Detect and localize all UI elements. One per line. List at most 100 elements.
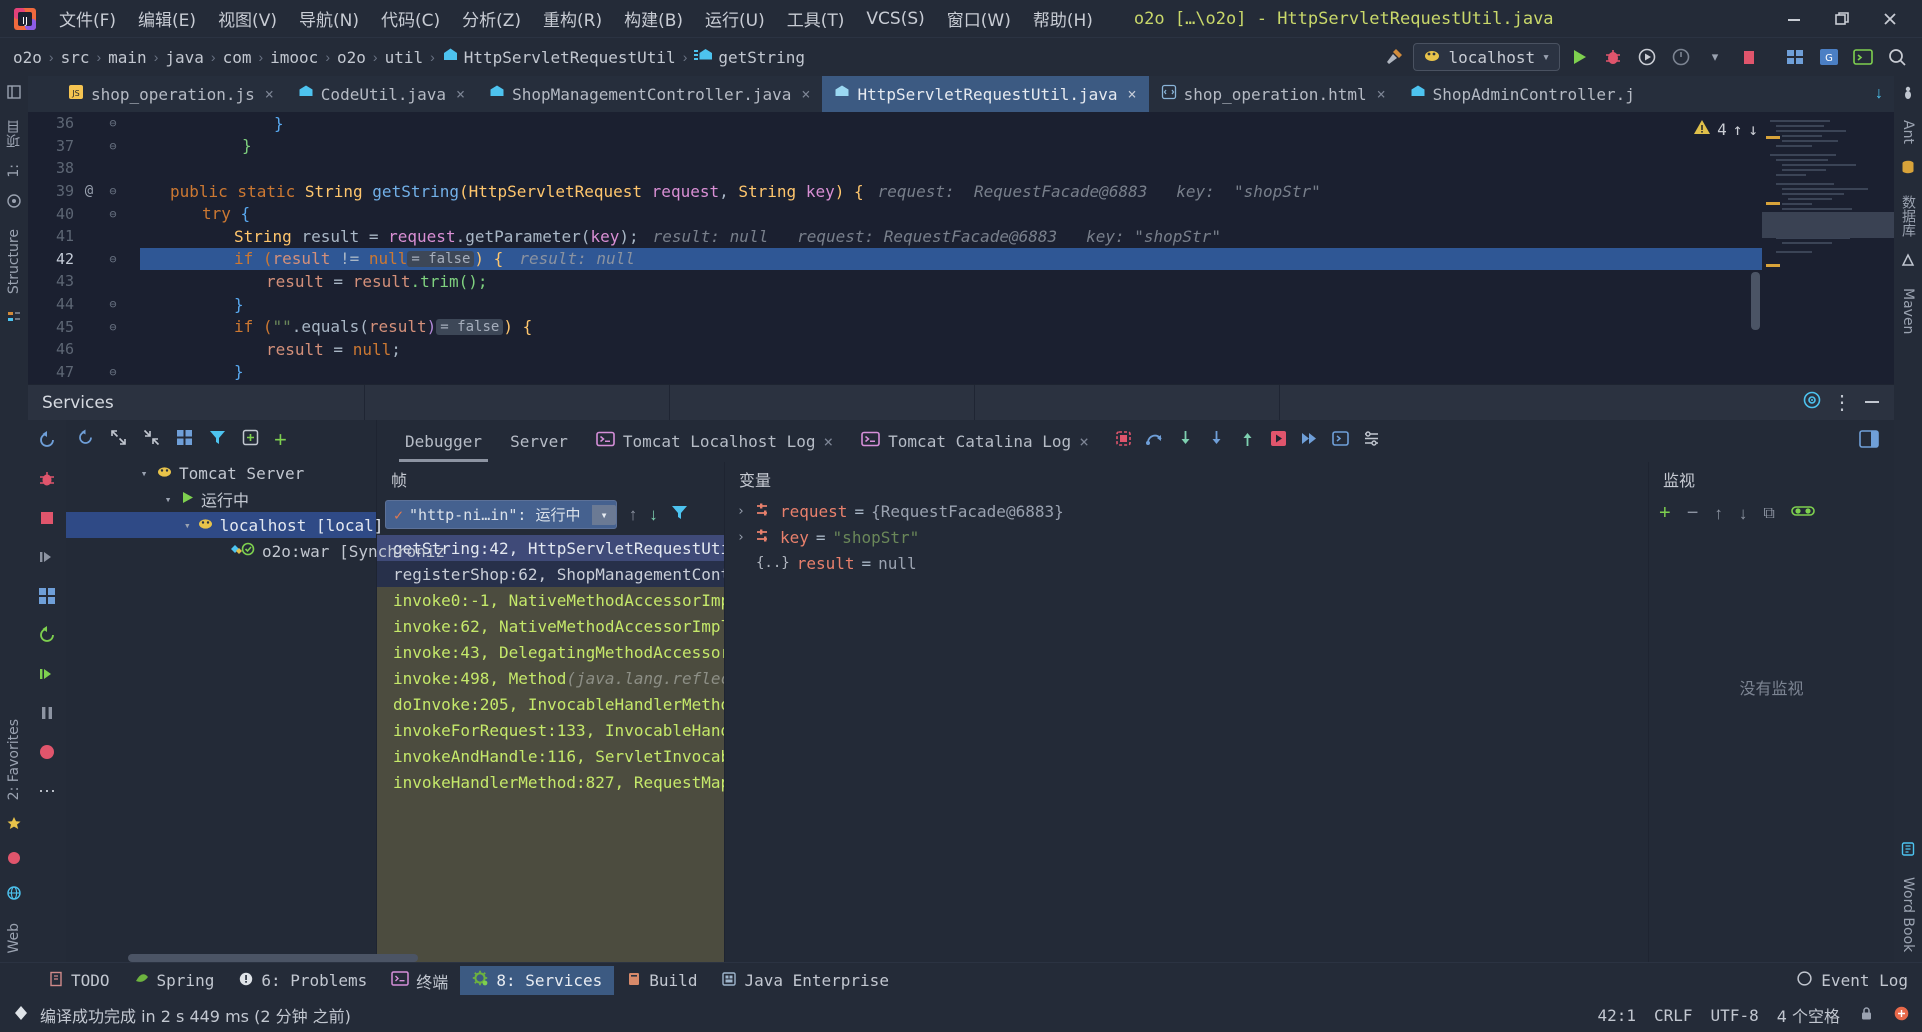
indent-setting[interactable]: 4 个空格 (1777, 1003, 1840, 1027)
minimize-button[interactable] (1770, 0, 1818, 38)
tabs-overflow-icon[interactable]: ↓ (1864, 76, 1894, 112)
stop-red-icon[interactable] (37, 508, 57, 533)
add-service-icon[interactable]: + (274, 429, 287, 451)
git-icon[interactable] (1893, 1005, 1910, 1026)
fold-icon[interactable]: ⊖ (98, 139, 128, 153)
breadcrumb-item-util[interactable]: util (382, 48, 427, 67)
close-button[interactable] (1866, 0, 1914, 38)
layout-icon[interactable] (1780, 42, 1810, 72)
fold-icon[interactable]: ⊖ (98, 116, 128, 130)
frame-row[interactable]: invoke:62, NativeMethodAccessorImpl (377, 613, 724, 639)
terminal-icon[interactable] (1848, 42, 1878, 72)
close-icon[interactable]: × (1377, 85, 1386, 103)
chevron-down-icon[interactable]: ▾ (592, 504, 616, 525)
stripe-item-commit[interactable]: 1: (6, 156, 22, 186)
tree-row-running[interactable]: ▾ 运行中 (66, 486, 376, 512)
editor-tab-shopmanagementcontroller-java[interactable]: ShopManagementController.java × (477, 76, 822, 112)
frame-row[interactable]: registerShop:62, ShopManagementContro (377, 561, 724, 587)
editor-tab-shop-operation-html[interactable]: shop_operation.html × (1149, 76, 1398, 112)
breadcrumb-item-java[interactable]: java (162, 48, 207, 67)
fold-icon[interactable]: ⊖ (98, 297, 128, 311)
frame-row[interactable]: invokeHandlerMethod:827, RequestMapp (377, 769, 724, 795)
variable-row[interactable]: › key = "shopStr" (725, 524, 1648, 550)
fold-icon[interactable]: ⊖ (98, 320, 128, 334)
frame-row[interactable]: invoke:498, Method (java.lang.reflec (377, 665, 724, 691)
variable-row[interactable]: › request = {RequestFacade@6883} (725, 498, 1648, 524)
chevron-down-icon[interactable]: ▾ (138, 467, 150, 480)
editor-tab-httpservletrequestutil-java[interactable]: HttpServletRequestUtil.java × (822, 76, 1149, 112)
stripe-item-database[interactable]: 数据库 (1898, 187, 1918, 245)
add-tab-icon[interactable] (241, 428, 260, 452)
expander-icon[interactable]: › (737, 504, 749, 519)
close-icon[interactable]: × (1128, 85, 1137, 103)
close-icon[interactable]: × (265, 85, 274, 103)
search-icon[interactable] (1882, 42, 1912, 72)
editor-scrollbar-thumb[interactable] (1751, 272, 1760, 330)
word-book-icon[interactable] (1900, 841, 1916, 862)
breadcrumb-item-imooc[interactable]: imooc (267, 48, 321, 67)
tab-server[interactable]: Server (496, 420, 582, 462)
stop-icon[interactable] (1734, 42, 1764, 72)
minimap-viewport[interactable] (1762, 212, 1894, 238)
stripe-item-web[interactable]: Web (6, 913, 22, 962)
code-editor[interactable]: 36 ⊖ 37 ⊖ 38 39 @ ⊖ 40 ⊖ 41 42 ⊖ 43 44 ⊖ 45 ⊖ 46… (28, 112, 1894, 384)
expander-icon[interactable]: › (737, 530, 749, 545)
breadcrumb-item-src[interactable]: src (58, 48, 93, 67)
collapse-all-icon[interactable] (142, 428, 161, 452)
force-step-into-icon[interactable] (1206, 428, 1227, 454)
tab-tomcat-localhost-log[interactable]: Tomcat Localhost Log × (582, 420, 847, 462)
skip-frames-icon[interactable] (1299, 428, 1320, 454)
web-icon[interactable] (6, 885, 22, 906)
frame-row[interactable]: invoke0:-1, NativeMethodAccessorImpl (377, 587, 724, 613)
menu-refactor[interactable]: 重构(R) (532, 3, 613, 34)
editor-tab-codeutil-java[interactable]: CodeUtil.java × (286, 76, 477, 112)
chevron-down-icon[interactable]: ▾ (162, 493, 174, 506)
resume-icon[interactable] (37, 547, 57, 572)
stripe-item-project[interactable]: 项目 (4, 112, 24, 156)
refresh-icon[interactable] (76, 428, 95, 452)
settings-list-icon[interactable] (1361, 428, 1382, 454)
tree-row-tomcat-server[interactable]: ▾ Tomcat Server (66, 460, 376, 486)
menu-code[interactable]: 代码(C) (370, 3, 451, 34)
stripe-item-favorites[interactable]: 2: Favorites (6, 711, 22, 808)
services-tree[interactable]: + ▾ Tomcat Server ▾ 运行中 ▾ localhost [loc… (66, 420, 445, 962)
variables-list[interactable]: › request = {RequestFacade@6883} › key =… (725, 496, 1648, 962)
fold-icon[interactable]: ⊖ (98, 184, 128, 198)
add-watch-icon[interactable]: + (1659, 502, 1671, 525)
line-separator[interactable]: CRLF (1654, 1006, 1693, 1025)
chevron-down-icon[interactable]: ▾ (1700, 42, 1730, 72)
more-vertical-icon[interactable]: ⋮ (1832, 393, 1852, 413)
expand-all-icon[interactable] (109, 428, 128, 452)
run-with-coverage-icon[interactable] (1632, 42, 1662, 72)
fold-icon[interactable]: ⊖ (98, 365, 128, 379)
menu-run[interactable]: 运行(U) (694, 3, 776, 34)
stripe-item-structure[interactable]: Structure (6, 221, 22, 302)
translate-icon[interactable]: G (1814, 42, 1844, 72)
menu-navigate[interactable]: 导航(N) (288, 3, 370, 34)
breadcrumb-item-o2o-pkg[interactable]: o2o (334, 48, 369, 67)
event-log-button[interactable]: Event Log (1796, 970, 1922, 992)
breadcrumb-item-main[interactable]: main (105, 48, 150, 67)
move-watch-up-icon[interactable]: ↑ (1714, 504, 1723, 524)
breadcrumb-item-o2o[interactable]: o2o (10, 48, 45, 67)
toolwindow-problems[interactable]: 6: Problems (226, 967, 379, 995)
target-icon[interactable] (1802, 390, 1822, 415)
editor-tab-shopadmincontroller-java[interactable]: ShopAdminController.j (1398, 76, 1647, 112)
more-dots-icon[interactable]: ⋯ (38, 781, 56, 802)
stripe-item-maven[interactable]: Maven (1900, 280, 1916, 342)
toolwindow-java-enterprise[interactable]: Java Enterprise (709, 967, 901, 995)
layout-settings-icon[interactable] (1858, 428, 1894, 455)
tree-row-localhost[interactable]: ▾ localhost [local] (66, 512, 383, 538)
menu-view[interactable]: 视图(V) (207, 3, 288, 34)
run-icon[interactable] (1564, 42, 1594, 72)
project-tool-icon[interactable] (6, 84, 22, 105)
debug-icon[interactable] (1598, 42, 1628, 72)
menu-vcs[interactable]: VCS(S) (855, 6, 935, 32)
menu-window[interactable]: 窗口(W) (936, 3, 1022, 34)
remove-watch-icon[interactable]: − (1687, 502, 1699, 525)
fold-icon[interactable]: ⊖ (98, 207, 128, 221)
editor-gutter[interactable]: 36 ⊖ 37 ⊖ 38 39 @ ⊖ 40 ⊖ 41 42 ⊖ 43 44 ⊖ 45 ⊖ 46… (28, 112, 140, 384)
fold-icon[interactable]: ⊖ (98, 252, 128, 266)
file-encoding[interactable]: UTF-8 (1711, 1006, 1759, 1025)
code-text-area[interactable]: } } public static String getString(HttpS… (140, 112, 1894, 384)
